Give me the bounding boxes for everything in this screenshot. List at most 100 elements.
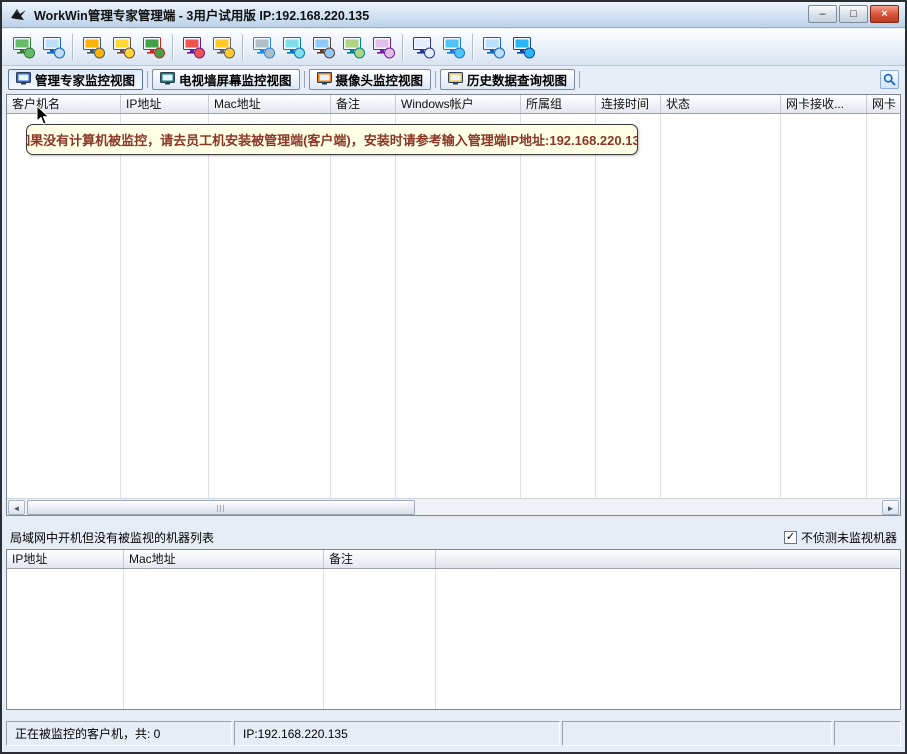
column-header-4[interactable]: 备注 xyxy=(331,95,396,114)
toolbar xyxy=(2,29,905,66)
grid-line xyxy=(120,114,121,500)
mail-monitor-icon[interactable] xyxy=(108,33,138,61)
window-title: WorkWin管理专家管理端 - 3用户试用版 IP:192.168.220.1… xyxy=(34,5,369,24)
scroll-right-button[interactable]: ► xyxy=(882,500,899,515)
column-header-1[interactable]: IP地址 xyxy=(7,550,124,569)
toolbar-separator xyxy=(242,34,244,60)
mouse-cursor xyxy=(36,106,52,126)
grid-line xyxy=(395,114,396,500)
toolbar-separator xyxy=(472,34,474,60)
checkbox-label: 不侦测未监视机器 xyxy=(801,529,897,546)
tv-wall-icon xyxy=(160,72,175,88)
tab-label: 电视墙屏幕监控视图 xyxy=(179,70,292,89)
pie-chart-icon[interactable] xyxy=(38,33,68,61)
client-list: 客户机名IP地址Mac地址备注Windows帐户所属组连接时间状态网卡接收...… xyxy=(6,94,901,516)
close-button[interactable]: × xyxy=(870,5,899,23)
column-header-7[interactable]: 连接时间 xyxy=(596,95,661,114)
column-header-3[interactable]: 备注 xyxy=(324,550,436,569)
status-empty-panel xyxy=(562,721,832,746)
maximize-icon: □ xyxy=(850,9,857,20)
find-computer-icon[interactable] xyxy=(308,33,338,61)
tab-4[interactable]: 历史数据查询视图 xyxy=(440,69,575,90)
tab-label: 摄像头监控视图 xyxy=(336,70,424,89)
status-ip: IP:192.168.220.135 xyxy=(234,721,560,746)
status-monitored-count: 正在被监控的客户机，共: 0 xyxy=(6,721,232,746)
maximize-button[interactable]: □ xyxy=(839,5,868,23)
client-list-body[interactable] xyxy=(7,114,900,500)
tab-separator xyxy=(304,71,305,88)
grid-line xyxy=(595,114,596,500)
grid-line xyxy=(866,114,867,500)
file-transfer-icon[interactable] xyxy=(338,33,368,61)
window-controls: – □ × xyxy=(808,5,899,23)
unmonitored-panel-title: 局域网中开机但没有被监视的机器列表 xyxy=(10,529,214,546)
tab-1[interactable]: 管理专家监控视图 xyxy=(8,69,143,90)
column-header-2[interactable]: Mac地址 xyxy=(124,550,324,569)
search-record-icon[interactable] xyxy=(178,33,208,61)
computer-settings-icon[interactable] xyxy=(78,33,108,61)
history-query-icon xyxy=(448,72,463,88)
grid-line xyxy=(330,114,331,500)
grid-line xyxy=(520,114,521,500)
screen-monitor-icon[interactable] xyxy=(248,33,278,61)
tab-separator xyxy=(435,71,436,88)
traffic-chart-icon[interactable] xyxy=(438,33,468,61)
column-header-1[interactable]: 客户机名 xyxy=(7,95,121,114)
detect-unmonitored-checkbox[interactable]: ✓ 不侦测未监视机器 xyxy=(784,529,897,546)
column-header-10[interactable]: 网卡 xyxy=(867,95,900,114)
column-header-5[interactable]: Windows帐户 xyxy=(396,95,521,114)
toolbar-separator xyxy=(72,34,74,60)
grid-line xyxy=(780,114,781,500)
toolbar-separator xyxy=(172,34,174,60)
grid-line xyxy=(323,569,324,709)
tab-separator xyxy=(579,71,580,88)
remote-control-icon[interactable] xyxy=(8,33,38,61)
ip-text: IP:192.168.220.135 xyxy=(243,727,348,741)
shopping-cart-icon[interactable] xyxy=(478,33,508,61)
app-icon xyxy=(10,7,28,23)
cd-burn-icon[interactable] xyxy=(368,33,398,61)
search-icon[interactable] xyxy=(880,70,899,89)
title-bar[interactable]: WorkWin管理专家管理端 - 3用户试用版 IP:192.168.220.1… xyxy=(2,2,905,28)
horizontal-scrollbar[interactable]: ◄ ► xyxy=(7,498,900,515)
minimize-icon: – xyxy=(819,9,825,20)
unmonitored-list-body[interactable] xyxy=(7,569,900,709)
report-icon[interactable] xyxy=(408,33,438,61)
client-list-header: 客户机名IP地址Mac地址备注Windows帐户所属组连接时间状态网卡接收...… xyxy=(7,95,900,114)
tab-3[interactable]: 摄像头监控视图 xyxy=(309,69,432,90)
unmonitored-list-header: IP地址Mac地址备注 xyxy=(7,550,900,569)
network-upload-icon[interactable] xyxy=(508,33,538,61)
minimize-button[interactable]: – xyxy=(808,5,837,23)
screen-broadcast-icon[interactable] xyxy=(278,33,308,61)
column-header-2[interactable]: IP地址 xyxy=(121,95,209,114)
tab-label: 管理专家监控视图 xyxy=(35,70,135,89)
tab-separator xyxy=(147,71,148,88)
column-header-6[interactable]: 所属组 xyxy=(521,95,596,114)
unmonitored-panel-header: 局域网中开机但没有被监视的机器列表 ✓ 不侦测未监视机器 xyxy=(10,529,897,546)
usb-key-icon[interactable] xyxy=(208,33,238,61)
column-header-3[interactable]: Mac地址 xyxy=(209,95,331,114)
users-icon[interactable] xyxy=(138,33,168,61)
camera-view-icon xyxy=(317,72,332,88)
column-header-9[interactable]: 网卡接收... xyxy=(781,95,867,114)
scroll-left-button[interactable]: ◄ xyxy=(8,500,25,515)
grid-line xyxy=(435,569,436,709)
grid-line xyxy=(208,114,209,500)
tab-bar: 管理专家监控视图 电视墙屏幕监控视图 摄像头监控视图 历史数据查询视图 xyxy=(2,66,905,93)
info-tooltip: 如果没有计算机被监控，请去员工机安装被管理端(客户端)，安装时请参考输入管理端I… xyxy=(26,124,638,155)
scrollbar-thumb[interactable] xyxy=(27,500,415,515)
checkbox-box[interactable]: ✓ xyxy=(784,531,797,544)
close-icon: × xyxy=(881,9,887,20)
app-window: WorkWin管理专家管理端 - 3用户试用版 IP:192.168.220.1… xyxy=(0,0,907,754)
tab-label: 历史数据查询视图 xyxy=(467,70,567,89)
grid-line xyxy=(660,114,661,500)
status-bar: 正在被监控的客户机，共: 0 IP:192.168.220.135 xyxy=(2,716,905,752)
column-header-8[interactable]: 状态 xyxy=(661,95,781,114)
status-resize-panel xyxy=(834,721,901,746)
toolbar-separator xyxy=(402,34,404,60)
grid-line xyxy=(123,569,124,709)
tab-2[interactable]: 电视墙屏幕监控视图 xyxy=(152,69,300,90)
monitor-view-icon xyxy=(16,72,31,88)
unmonitored-list: IP地址Mac地址备注 xyxy=(6,549,901,710)
monitored-count-text: 正在被监控的客户机，共: 0 xyxy=(15,725,160,742)
